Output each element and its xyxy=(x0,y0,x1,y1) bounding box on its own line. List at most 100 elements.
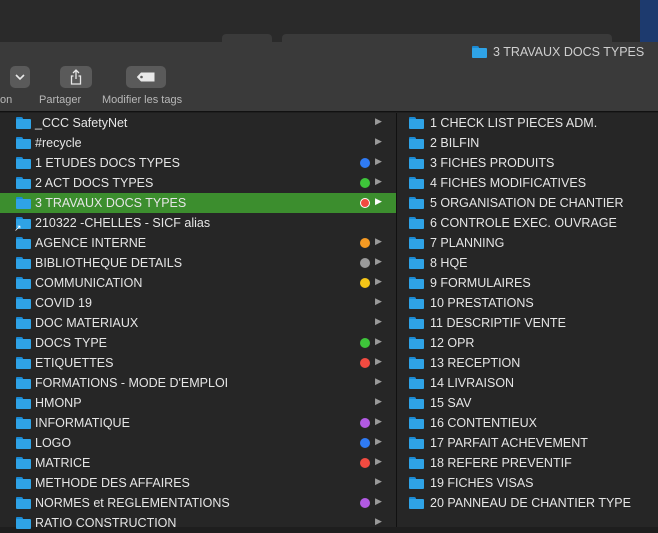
chevron-right-icon: ▶ xyxy=(375,296,382,306)
folder-row[interactable]: DOC MATERIAUX ▶ xyxy=(0,313,396,333)
folder-column-parent: _CCC SafetyNet ▶ #recycle ▶ 1 ETUDES DOCS TY… xyxy=(0,113,396,530)
folder-row[interactable]: _CCC SafetyNet ▶ xyxy=(0,113,396,133)
edit-tags-button[interactable] xyxy=(126,66,166,88)
folder-icon xyxy=(409,177,424,189)
folder-icon xyxy=(16,117,31,129)
folder-row[interactable]: ETIQUETTES ▶ xyxy=(0,353,396,373)
folder-row[interactable]: 14 LIVRAISON xyxy=(397,373,658,393)
folder-row[interactable]: RATIO CONSTRUCTION ▶ xyxy=(0,513,396,533)
folder-icon xyxy=(409,257,424,269)
folder-label: FORMATIONS - MODE D'EMPLOI xyxy=(35,376,229,390)
folder-row[interactable]: 1 ETUDES DOCS TYPES ▶ xyxy=(0,153,396,173)
edit-tags-label: Modifier les tags xyxy=(102,94,183,106)
chevron-right-icon: ▶ xyxy=(375,336,382,346)
folder-icon xyxy=(409,397,424,409)
folder-icon xyxy=(409,337,424,349)
folder-icon xyxy=(16,337,31,349)
folder-row[interactable]: 3 FICHES PRODUITS xyxy=(397,153,658,173)
tab-placeholder xyxy=(282,34,612,42)
folder-label: RATIO CONSTRUCTION xyxy=(35,516,177,530)
folder-label: 12 OPR xyxy=(430,336,475,350)
folder-row[interactable]: COMMUNICATION ▶ xyxy=(0,273,396,293)
folder-row[interactable]: FORMATIONS - MODE D'EMPLOI ▶ xyxy=(0,373,396,393)
folder-icon xyxy=(16,157,31,169)
folder-icon xyxy=(409,317,424,329)
share-button[interactable] xyxy=(60,66,92,88)
folder-label: AGENCE INTERNE xyxy=(35,236,147,250)
folder-row[interactable]: 16 CONTENTIEUX xyxy=(397,413,658,433)
color-tag-dot xyxy=(360,158,370,168)
title-bar xyxy=(0,0,658,42)
folder-row[interactable]: 4 FICHES MODIFICATIVES xyxy=(397,173,658,193)
folder-label: 16 CONTENTIEUX xyxy=(430,416,537,430)
folder-row[interactable]: BIBLIOTHEQUE DETAILS ▶ xyxy=(0,253,396,273)
chevron-right-icon: ▶ xyxy=(375,276,382,286)
folder-icon xyxy=(16,437,31,449)
color-tag-dot xyxy=(360,178,370,188)
folder-label: METHODE DES AFFAIRES xyxy=(35,476,190,490)
folder-row[interactable]: 20 PANNEAU DE CHANTIER TYPE xyxy=(397,493,658,513)
folder-icon xyxy=(16,357,31,369)
chevron-right-icon: ▶ xyxy=(375,256,382,266)
folder-row[interactable]: 3 TRAVAUX DOCS TYPES ▶ xyxy=(0,193,396,213)
folder-label: 7 PLANNING xyxy=(430,236,505,250)
chevron-right-icon: ▶ xyxy=(375,176,382,186)
color-tag-dot xyxy=(360,438,370,448)
folder-label: 6 CONTROLE EXEC. OUVRAGE xyxy=(430,216,617,230)
color-tag-dot xyxy=(360,498,370,508)
folder-row[interactable]: #recycle ▶ xyxy=(0,133,396,153)
folder-row[interactable]: COVID 19 ▶ xyxy=(0,293,396,313)
folder-row[interactable]: 1 CHECK LIST PIECES ADM. xyxy=(397,113,658,133)
folder-row[interactable]: 5 ORGANISATION DE CHANTIER xyxy=(397,193,658,213)
folder-row[interactable]: MATRICE ▶ xyxy=(0,453,396,473)
folder-icon xyxy=(409,277,424,289)
folder-row[interactable]: 18 REFERE PREVENTIF xyxy=(397,453,658,473)
folder-row[interactable]: HMONP ▶ xyxy=(0,393,396,413)
folder-row[interactable]: AGENCE INTERNE ▶ xyxy=(0,233,396,253)
folder-icon xyxy=(16,497,31,509)
folder-icon xyxy=(409,417,424,429)
folder-row[interactable]: 13 RECEPTION xyxy=(397,353,658,373)
folder-label: _CCC SafetyNet xyxy=(35,116,128,130)
chevron-right-icon: ▶ xyxy=(375,416,382,426)
chevron-right-icon: ▶ xyxy=(375,116,382,126)
folder-row[interactable]: 2 ACT DOCS TYPES ▶ xyxy=(0,173,396,193)
color-tag-dot xyxy=(360,358,370,368)
folder-label: BIBLIOTHEQUE DETAILS xyxy=(35,256,183,270)
folder-label: #recycle xyxy=(35,136,82,150)
view-options-button[interactable] xyxy=(10,66,30,88)
folder-row[interactable]: METHODE DES AFFAIRES ▶ xyxy=(0,473,396,493)
folder-row[interactable]: LOGO ▶ xyxy=(0,433,396,453)
window-title: 3 TRAVAUX DOCS TYPES xyxy=(472,43,644,61)
folder-row[interactable]: INFORMATIQUE ▶ xyxy=(0,413,396,433)
folder-row[interactable]: 6 CONTROLE EXEC. OUVRAGE xyxy=(397,213,658,233)
folder-icon xyxy=(16,137,31,149)
folder-icon xyxy=(409,497,424,509)
folder-label: LOGO xyxy=(35,436,72,450)
folder-row[interactable]: 12 OPR xyxy=(397,333,658,353)
chevron-right-icon: ▶ xyxy=(375,156,382,166)
folder-row[interactable]: NORMES et REGLEMENTATIONS ▶ xyxy=(0,493,396,513)
chevron-right-icon: ▶ xyxy=(375,396,382,406)
folder-row[interactable]: 15 SAV xyxy=(397,393,658,413)
folder-row[interactable]: ↗ 210322 -CHELLES - SICF alias xyxy=(0,213,396,233)
folder-label: 1 ETUDES DOCS TYPES xyxy=(35,156,180,170)
chevron-right-icon: ▶ xyxy=(375,236,382,246)
folder-label: 8 HQE xyxy=(430,256,468,270)
folder-row[interactable]: 10 PRESTATIONS xyxy=(397,293,658,313)
chevron-right-icon: ▶ xyxy=(375,476,382,486)
folder-row[interactable]: 19 FICHES VISAS xyxy=(397,473,658,493)
folder-row[interactable]: 11 DESCRIPTIF VENTE xyxy=(397,313,658,333)
folder-row[interactable]: 8 HQE xyxy=(397,253,658,273)
folder-icon xyxy=(16,277,31,289)
chevron-right-icon: ▶ xyxy=(375,316,382,326)
folder-row[interactable]: 9 FORMULAIRES xyxy=(397,273,658,293)
folder-icon xyxy=(409,457,424,469)
color-tag-dot xyxy=(360,258,370,268)
folder-row[interactable]: 17 PARFAIT ACHEVEMENT xyxy=(397,433,658,453)
folder-row[interactable]: 7 PLANNING xyxy=(397,233,658,253)
folder-icon xyxy=(409,357,424,369)
folder-icon xyxy=(409,377,424,389)
folder-row[interactable]: 2 BILFIN xyxy=(397,133,658,153)
folder-row[interactable]: DOCS TYPE ▶ xyxy=(0,333,396,353)
